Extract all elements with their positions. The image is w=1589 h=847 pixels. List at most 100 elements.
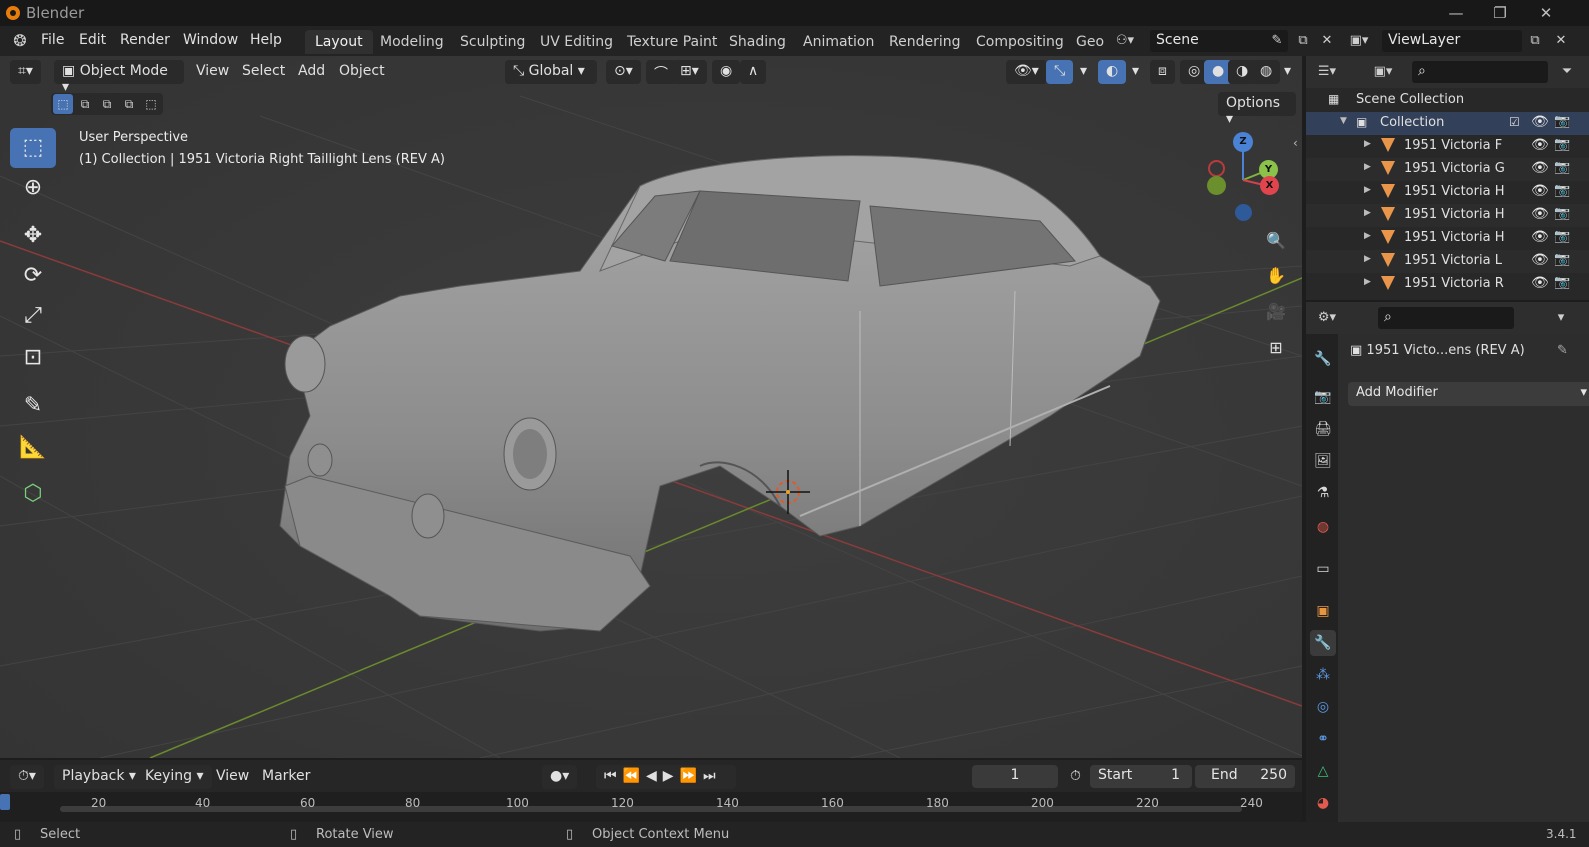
menu-add[interactable]: Add: [298, 63, 325, 79]
minimize-icon[interactable]: —: [1446, 3, 1466, 23]
physics-tab-icon[interactable]: ◎: [1310, 694, 1336, 720]
outliner-search-input[interactable]: ⌕: [1412, 61, 1548, 83]
tab-animation[interactable]: Animation: [793, 30, 884, 54]
view-layer-field[interactable]: ViewLayer: [1382, 30, 1522, 52]
overlay-dropdown[interactable]: ▾: [1124, 60, 1147, 84]
timeline-scrollbar[interactable]: [60, 806, 1242, 812]
add-modifier-button[interactable]: Add Modifier ▾: [1348, 382, 1589, 406]
select-box-tool[interactable]: ⬚: [10, 128, 56, 168]
keying-dropdown[interactable]: Keying ▾: [137, 765, 212, 789]
tool-tab-icon[interactable]: 🔧: [1310, 346, 1336, 372]
editor-type-button[interactable]: ⏱▾: [10, 765, 44, 789]
blender-menu-icon[interactable]: ❂: [9, 30, 31, 52]
delete-view-layer-icon[interactable]: ✕: [1550, 30, 1572, 52]
collection-tab-icon[interactable]: ▭: [1310, 556, 1336, 582]
render-tab-icon[interactable]: 📷: [1310, 384, 1336, 410]
gizmo-dropdown[interactable]: ▾: [1072, 60, 1095, 84]
select-invert-icon[interactable]: ⧉: [119, 94, 139, 114]
snap-target-button[interactable]: ⊞▾: [672, 60, 707, 84]
data-tab-icon[interactable]: △: [1310, 758, 1336, 784]
material-tab-icon[interactable]: ◕: [1310, 790, 1336, 816]
transform-tool[interactable]: ⊡: [10, 338, 56, 378]
measure-tool[interactable]: 📐: [10, 428, 56, 468]
output-tab-icon[interactable]: 🖨: [1310, 416, 1336, 442]
eye-icon[interactable]: 👁: [1531, 114, 1549, 130]
menu-window[interactable]: Window: [183, 32, 238, 48]
timeline-ruler[interactable]: 20 40 60 80 100 120 140 160 180 200 220 …: [0, 792, 1302, 822]
new-scene-icon[interactable]: ⧉: [1292, 30, 1314, 52]
editor-type-button[interactable]: ⚙▾: [1316, 307, 1338, 329]
outliner-row-object[interactable]: ▶ 1951 Victoria H 👁 📷: [1306, 181, 1589, 204]
outliner-row-scene-collection[interactable]: ▦ Scene Collection: [1306, 89, 1589, 112]
outliner-row-object[interactable]: ▶ 1951 Victoria F 👁 📷: [1306, 135, 1589, 158]
delete-scene-icon[interactable]: ✕: [1316, 30, 1338, 52]
menu-view[interactable]: View: [216, 768, 249, 784]
outliner-row-object[interactable]: ▶ 1951 Victoria H 👁 📷: [1306, 227, 1589, 250]
tab-uv-editing[interactable]: UV Editing: [530, 30, 623, 54]
outliner-row-object[interactable]: ▶ 1951 Victoria R 👁 📷: [1306, 273, 1589, 296]
select-intersect-icon[interactable]: ⬚: [141, 94, 161, 114]
use-preview-range-icon[interactable]: ⏱: [1062, 765, 1089, 789]
pan-hand-icon[interactable]: ✋: [1262, 262, 1290, 290]
camera-view-icon[interactable]: 🎥: [1262, 298, 1290, 326]
camera-icon[interactable]: 📷: [1554, 252, 1570, 267]
outliner-row-object[interactable]: ▶ 1951 Victoria L 👁 📷: [1306, 250, 1589, 273]
eye-icon[interactable]: 👁: [1531, 252, 1549, 268]
menu-render[interactable]: Render: [120, 32, 170, 48]
tab-sculpting[interactable]: Sculpting: [450, 30, 535, 54]
chevron-right-icon[interactable]: ▶: [1364, 277, 1371, 287]
playback-dropdown[interactable]: Playback ▾: [54, 765, 144, 789]
end-frame-field[interactable]: End 250: [1195, 765, 1295, 788]
chevron-right-icon[interactable]: ▶: [1364, 208, 1371, 218]
editor-type-button[interactable]: ⌗▾: [10, 60, 41, 84]
cursor-tool[interactable]: ⊕: [10, 168, 56, 208]
add-cube-tool[interactable]: ⬡: [10, 474, 56, 514]
menu-object[interactable]: Object: [339, 63, 385, 79]
eye-icon[interactable]: 👁: [1531, 183, 1549, 199]
move-tool[interactable]: ✥: [10, 216, 56, 256]
chevron-right-icon[interactable]: ▶: [1364, 254, 1371, 264]
gizmo-neg-y-axis[interactable]: [1207, 176, 1226, 195]
camera-icon[interactable]: 📷: [1554, 229, 1570, 244]
menu-edit[interactable]: Edit: [79, 32, 106, 48]
auto-keying-icon[interactable]: ●▾: [542, 765, 578, 789]
toggle-projection-icon[interactable]: ⊞: [1262, 334, 1290, 362]
xray-toggle-icon[interactable]: ⧈: [1150, 60, 1175, 84]
particles-tab-icon[interactable]: ⁂: [1310, 662, 1336, 688]
world-tab-icon[interactable]: ◍: [1310, 514, 1336, 540]
eye-icon[interactable]: 👁: [1531, 160, 1549, 176]
chevron-down-icon[interactable]: ▾: [1550, 307, 1572, 329]
editor-type-button[interactable]: ☰▾: [1316, 61, 1338, 83]
properties-search-input[interactable]: ⌕: [1378, 307, 1514, 329]
gizmo-z-axis[interactable]: Z: [1233, 132, 1253, 152]
eye-icon[interactable]: 👁: [1531, 137, 1549, 153]
sidebar-toggle-icon[interactable]: ‹: [1293, 136, 1298, 150]
filter-icon[interactable]: ⏷: [1556, 61, 1578, 83]
chevron-down-icon[interactable]: ▼: [1340, 116, 1347, 126]
tab-shading[interactable]: Shading: [719, 30, 796, 54]
menu-view[interactable]: View: [196, 63, 229, 79]
chevron-right-icon[interactable]: ▶: [1364, 185, 1371, 195]
eye-icon[interactable]: 👁: [1531, 206, 1549, 222]
pin-icon[interactable]: ✎: [1266, 30, 1288, 52]
overlay-toggle-icon[interactable]: ◐: [1098, 60, 1127, 84]
object-tab-icon[interactable]: ▣: [1310, 598, 1336, 624]
display-mode-button[interactable]: ▣▾: [1372, 61, 1394, 83]
tab-texture-paint[interactable]: Texture Paint: [617, 30, 727, 54]
gizmo-x-axis[interactable]: X: [1260, 176, 1279, 195]
maximize-icon[interactable]: ❐: [1490, 3, 1510, 23]
scene-selector-icon[interactable]: ⚇▾: [1114, 30, 1136, 52]
playhead[interactable]: [0, 794, 10, 810]
gizmo-toggle-icon[interactable]: ⤡: [1046, 60, 1074, 84]
outliner-row-collection[interactable]: ▼ ▣ Collection ☑ 👁 📷: [1306, 112, 1589, 135]
tab-modeling[interactable]: Modeling: [370, 30, 454, 54]
menu-file[interactable]: File: [41, 32, 64, 48]
menu-help[interactable]: Help: [250, 32, 282, 48]
new-view-layer-icon[interactable]: ⧉: [1524, 30, 1546, 52]
shading-dropdown[interactable]: ▾: [1276, 60, 1299, 84]
3d-viewport[interactable]: ⌗▾ ▣ Object Mode ▾ View Select Add Objec…: [0, 56, 1302, 758]
mode-dropdown[interactable]: ▣ Object Mode ▾: [54, 60, 184, 95]
outliner-row-object[interactable]: ▶ 1951 Victoria G 👁 📷: [1306, 158, 1589, 181]
select-extend-icon[interactable]: ⧉: [75, 94, 95, 114]
select-subtract-icon[interactable]: ⧉: [97, 94, 117, 114]
